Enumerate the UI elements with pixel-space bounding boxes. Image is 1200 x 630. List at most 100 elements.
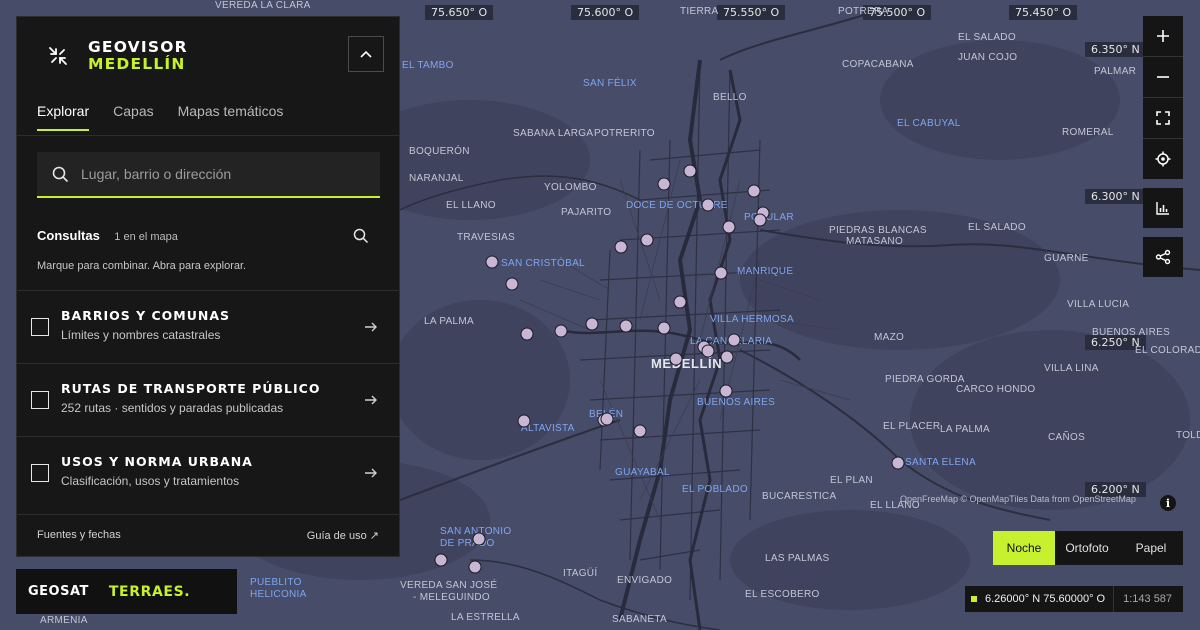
map-marker[interactable] xyxy=(600,412,614,426)
arrow-right-icon[interactable] xyxy=(364,320,378,334)
map-marker[interactable] xyxy=(554,324,568,338)
map-marker[interactable] xyxy=(468,560,482,574)
map-marker[interactable] xyxy=(701,198,715,212)
place-label: EL PLACER xyxy=(883,421,941,432)
basemap-switcher: Noche Ortofoto Papel xyxy=(993,531,1183,565)
search-box[interactable] xyxy=(37,152,380,198)
list-item[interactable]: BARRIOS Y COMUNAS Límites y nombres cata… xyxy=(17,290,399,363)
place-label: VILLA LINA xyxy=(1044,363,1099,374)
side-panel: GEOVISOR MEDELLÍN Explorar Capas Mapas t… xyxy=(16,16,400,557)
map-marker[interactable] xyxy=(727,333,741,347)
place-label: SAN CRISTÓBAL xyxy=(501,258,585,269)
chevron-up-icon xyxy=(360,50,372,58)
map-marker[interactable] xyxy=(614,240,628,254)
place-label: HELICONIA xyxy=(250,589,307,600)
map-marker[interactable] xyxy=(520,327,534,341)
place-label: PIEDRAS BLANCAS xyxy=(829,225,927,236)
place-label: EL LLANO xyxy=(446,200,496,211)
place-label: BUENOS AIRES xyxy=(697,397,776,408)
arrow-right-icon[interactable] xyxy=(364,466,378,480)
search-icon[interactable] xyxy=(353,228,369,244)
layer-subtitle: 252 rutas · sentidos y paradas publicada… xyxy=(61,401,284,415)
zoom-out-button[interactable] xyxy=(1143,57,1183,97)
map-marker[interactable] xyxy=(657,321,671,335)
map-marker[interactable] xyxy=(619,319,633,333)
tab-mapas-tematicos[interactable]: Mapas temáticos xyxy=(178,103,284,131)
place-label: COPACABANA xyxy=(842,59,914,70)
layer-subtitle: Clasificación, usos y tratamientos xyxy=(61,474,240,488)
map-scale: 1:143 587 xyxy=(1123,593,1173,605)
place-label: ITAGÜÍ xyxy=(563,568,598,579)
search-input[interactable] xyxy=(81,166,361,182)
place-label: BUCARESTICA xyxy=(762,491,837,502)
consultas-count: 1 en el mapa xyxy=(114,231,178,243)
map-marker[interactable] xyxy=(891,456,905,470)
map-attribution[interactable]: OpenFreeMap © OpenMapTiles Data from Ope… xyxy=(900,494,1136,504)
layer-title: USOS Y NORMA URBANA xyxy=(61,454,253,469)
panel-footer: Fuentes y fechas Guía de uso ↗ xyxy=(17,514,399,557)
place-label: SAN FÉLIX xyxy=(583,78,637,89)
consultas-title: Consultas xyxy=(37,228,100,243)
fullscreen-icon xyxy=(1156,111,1170,125)
longitude-label: 75.600° O xyxy=(571,5,640,20)
share-button[interactable] xyxy=(1143,237,1183,277)
place-label: PAJARITO xyxy=(561,207,612,218)
map-marker[interactable] xyxy=(722,220,736,234)
place-label: BUENOS AIRES xyxy=(1092,327,1171,338)
zoom-in-button[interactable] xyxy=(1143,16,1183,56)
map-marker[interactable] xyxy=(714,266,728,280)
layer-checkbox[interactable] xyxy=(31,318,49,336)
layer-subtitle: Límites y nombres catastrales xyxy=(61,328,221,342)
tab-capas[interactable]: Capas xyxy=(113,103,153,131)
basemap-papel-button[interactable]: Papel xyxy=(1119,531,1183,565)
map-marker[interactable] xyxy=(485,255,499,269)
basemap-ortofoto-button[interactable]: Ortofoto xyxy=(1055,531,1119,565)
readout-divider xyxy=(1113,586,1115,612)
map-marker[interactable] xyxy=(683,164,697,178)
map-marker[interactable] xyxy=(505,277,519,291)
place-label: VILLA HERMOSA xyxy=(710,314,794,325)
tab-explorar[interactable]: Explorar xyxy=(37,103,90,131)
map-marker[interactable] xyxy=(669,352,683,366)
sources-link[interactable]: Fuentes y fechas xyxy=(37,529,121,541)
list-item[interactable]: RUTAS DE TRANSPORTE PÚBLICO 252 rutas · … xyxy=(17,363,399,436)
map-marker[interactable] xyxy=(747,184,761,198)
place-label: SABANETA xyxy=(612,614,668,625)
map-marker[interactable] xyxy=(633,424,647,438)
crosshair-icon xyxy=(1155,151,1171,167)
place-label: PIEDRA GORDA xyxy=(885,374,965,385)
place-label: LA PALMA xyxy=(940,424,991,435)
place-label: VEREDA LA CLARA xyxy=(215,0,311,11)
layer-title: BARRIOS Y COMUNAS xyxy=(61,308,231,323)
longitude-label: 75.550° O xyxy=(717,5,786,20)
map-marker[interactable] xyxy=(472,532,486,546)
info-icon[interactable]: i xyxy=(1160,495,1176,511)
place-label: EL POBLADO xyxy=(682,484,748,495)
layer-title: RUTAS DE TRANSPORTE PÚBLICO xyxy=(61,381,321,396)
tabs-divider xyxy=(17,135,399,136)
layer-checkbox[interactable] xyxy=(31,464,49,482)
map-marker[interactable] xyxy=(673,295,687,309)
map-marker[interactable] xyxy=(517,414,531,428)
collapse-panel-button[interactable] xyxy=(348,36,384,72)
map-marker[interactable] xyxy=(701,344,715,358)
layer-checkbox[interactable] xyxy=(31,391,49,409)
map-marker[interactable] xyxy=(720,350,734,364)
map-marker[interactable] xyxy=(657,177,671,191)
map-marker[interactable] xyxy=(434,553,448,567)
place-label: GUARNE xyxy=(1044,253,1089,264)
map-marker[interactable] xyxy=(753,213,767,227)
arrow-right-icon[interactable] xyxy=(364,393,378,407)
list-item[interactable]: USOS Y NORMA URBANA Clasificación, usos … xyxy=(17,436,399,509)
map-marker[interactable] xyxy=(640,233,654,247)
place-label: NARANJAL xyxy=(409,173,464,184)
fullscreen-button[interactable] xyxy=(1143,98,1183,138)
locate-button[interactable] xyxy=(1143,139,1183,179)
panel-tabs: Explorar Capas Mapas temáticos xyxy=(37,103,283,131)
charts-button[interactable] xyxy=(1143,188,1183,228)
guide-link[interactable]: Guía de uso ↗ xyxy=(307,529,379,542)
basemap-noche-button[interactable]: Noche xyxy=(993,531,1055,565)
place-label: DE PRADO xyxy=(440,538,495,549)
map-marker[interactable] xyxy=(585,317,599,331)
map-marker[interactable] xyxy=(719,384,733,398)
